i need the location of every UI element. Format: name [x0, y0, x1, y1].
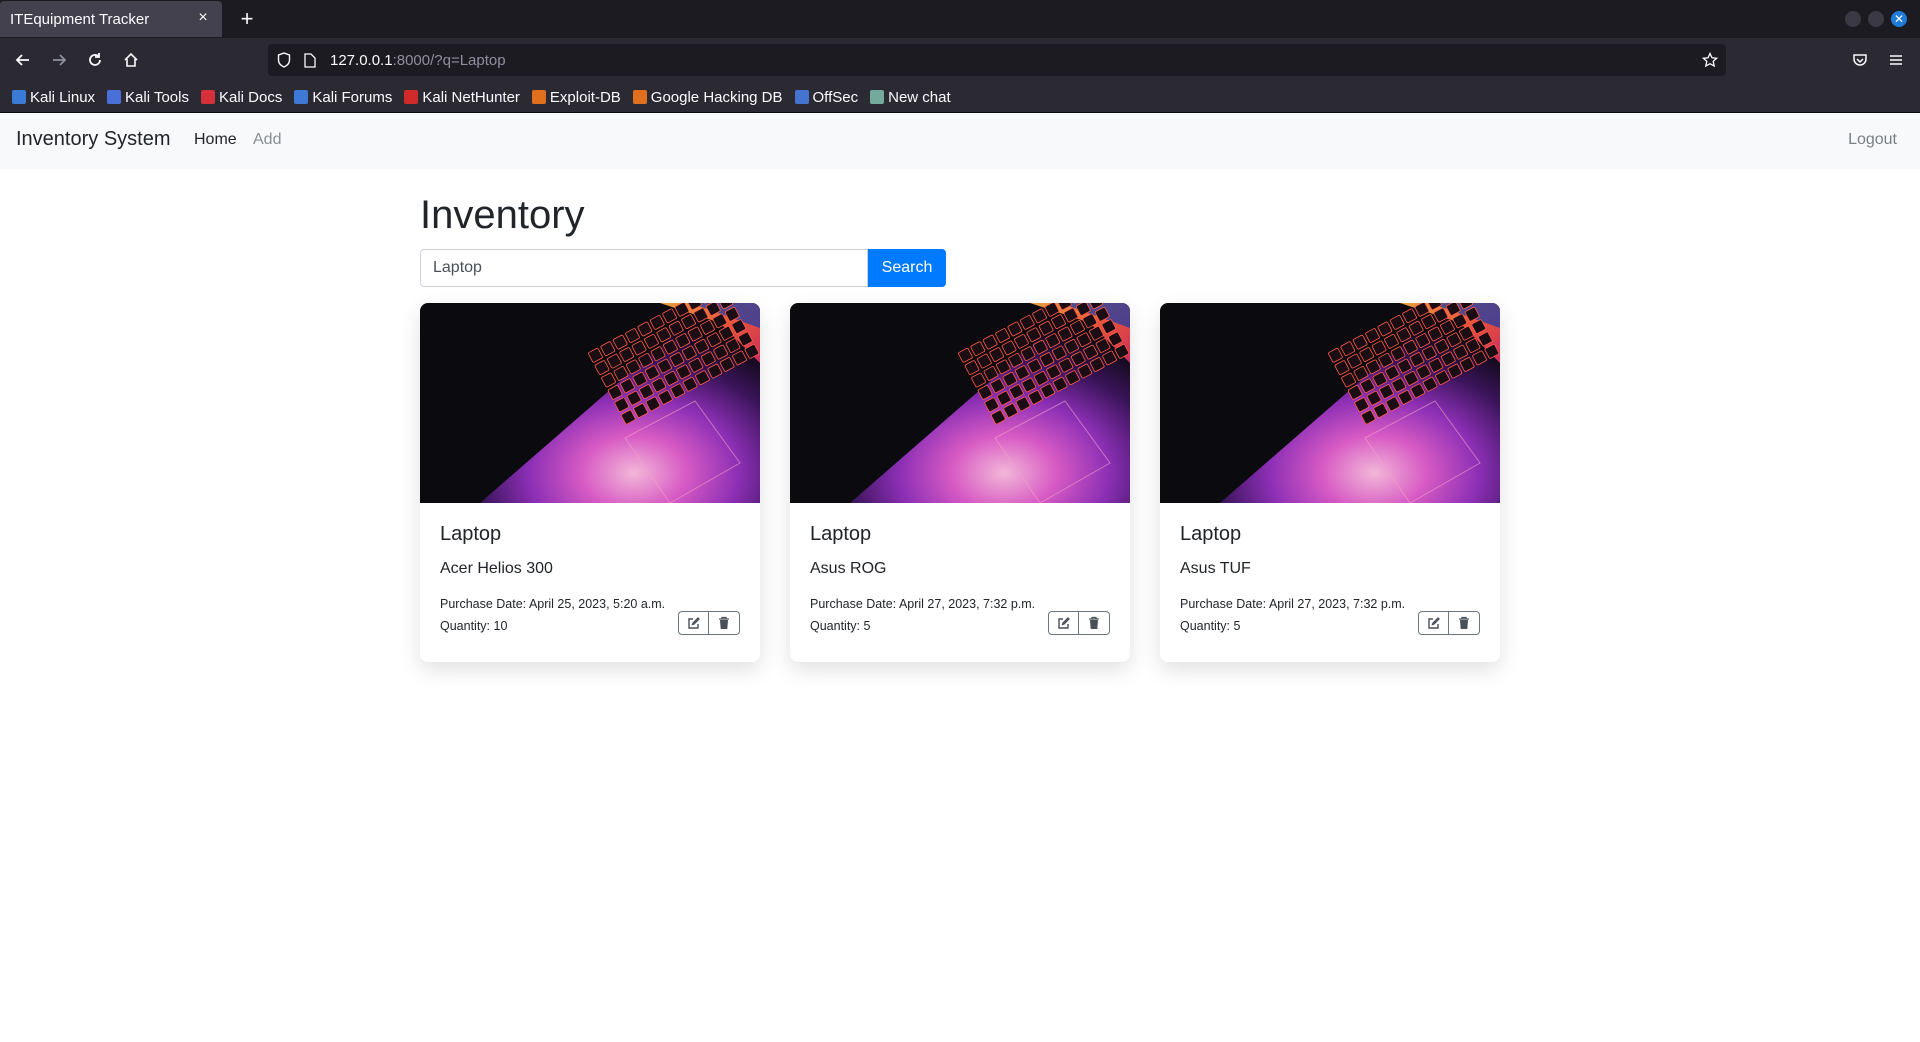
quantity: Quantity: 10 [440, 619, 508, 633]
bookmark-google-hacking-db[interactable]: Google Hacking DB [632, 88, 783, 106]
laptop-image [790, 303, 1130, 503]
brand-link[interactable]: Inventory System [16, 128, 171, 151]
new-tab-button[interactable]: + [232, 4, 262, 34]
bookmark-new-chat[interactable]: New chat [870, 89, 951, 106]
edit-button[interactable] [678, 611, 709, 635]
card-actions [1418, 611, 1480, 635]
delete-button[interactable] [1449, 611, 1480, 635]
inventory-card: Laptop Asus ROG Purchase Date: April 27,… [790, 303, 1130, 662]
laptop-image [1160, 303, 1500, 503]
inventory-card: Laptop Acer Helios 300 Purchase Date: Ap… [420, 303, 760, 662]
nav-add-link[interactable]: Add [253, 131, 281, 149]
bookmark-label: OffSec [812, 88, 859, 106]
browser-toolbar: 127.0.0.1:8000/?q=Laptop [0, 38, 1920, 82]
bookmark-kali-forums[interactable]: Kali Forums [294, 89, 392, 106]
laptop-image [420, 303, 760, 503]
purchase-date: Purchase Date: April 25, 2023, 5:20 a.m. [440, 597, 666, 611]
bookmark-star-icon[interactable] [1700, 50, 1720, 70]
edit-button[interactable] [1048, 611, 1079, 635]
quantity: Quantity: 5 [1180, 619, 1241, 633]
reload-icon[interactable] [80, 45, 110, 75]
shield-icon[interactable] [274, 50, 294, 70]
pocket-icon[interactable] [1845, 45, 1875, 75]
maximize-window-icon[interactable] [1868, 11, 1884, 27]
card-model: Asus ROG [810, 560, 887, 577]
bookmark-kali-tools[interactable]: Kali Tools [107, 89, 189, 106]
close-tab-icon[interactable]: × [192, 7, 214, 29]
url-bar[interactable]: 127.0.0.1:8000/?q=Laptop [268, 44, 1726, 76]
bookmark-offsec[interactable]: OffSec [794, 88, 859, 106]
kali-forums-icon [294, 90, 309, 104]
nav-home-link[interactable]: Home [194, 131, 237, 149]
card-actions [678, 611, 740, 635]
search-button[interactable]: Search [868, 249, 946, 287]
bookmark-label: Kali NetHunter [422, 88, 520, 106]
close-window-icon[interactable]: ✕ [1891, 11, 1907, 27]
url-host: 127.0.0.1 [330, 51, 393, 69]
bookmark-kali-linux[interactable]: Kali Linux [12, 89, 95, 106]
card-model: Acer Helios 300 [440, 560, 553, 577]
kali-linux-icon [12, 90, 26, 104]
bookmark-kali-docs[interactable]: Kali Docs [200, 88, 283, 106]
edit-icon [1427, 617, 1440, 629]
edit-button[interactable] [1418, 611, 1449, 635]
card-actions [1048, 611, 1110, 635]
bookmark-label: Exploit-DB [549, 88, 621, 106]
trash-icon [1459, 616, 1469, 629]
minimize-window-icon[interactable] [1845, 11, 1861, 27]
card-title: Laptop [810, 523, 872, 545]
app-navbar: Inventory System Home Add Logout [0, 113, 1920, 169]
forward-arrow-icon[interactable] [44, 45, 74, 75]
back-arrow-icon[interactable] [8, 45, 38, 75]
offsec-icon [794, 90, 809, 104]
page-icon [300, 50, 320, 70]
chatgpt-icon [870, 90, 885, 104]
exploit-db-icon [531, 90, 546, 104]
page-title: Inventory [420, 193, 585, 237]
kali-nethunter-icon [404, 90, 419, 104]
card-title: Laptop [1180, 523, 1242, 545]
quantity: Quantity: 5 [810, 619, 871, 633]
menu-icon[interactable] [1881, 45, 1911, 75]
bookmark-label: Kali Forums [312, 88, 393, 106]
browser-tab[interactable]: ITEquipment Tracker × [0, 1, 222, 37]
card-model: Asus TUF [1180, 560, 1251, 577]
url-path: :8000/?q=Laptop [392, 51, 506, 69]
bookmark-label: Kali Docs [218, 88, 283, 106]
purchase-date: Purchase Date: April 27, 2023, 7:32 p.m. [1180, 597, 1406, 611]
kali-tools-icon [107, 90, 122, 104]
bookmark-label: Kali Linux [30, 88, 96, 106]
trash-icon [719, 616, 729, 629]
search-input[interactable] [420, 249, 868, 287]
card-title: Laptop [440, 523, 502, 545]
trash-icon [1089, 616, 1099, 629]
browser-tab-bar: ITEquipment Tracker × + ✕ [0, 0, 1920, 38]
url-text: 127.0.0.1:8000/?q=Laptop [330, 52, 506, 69]
tab-title: ITEquipment Tracker [10, 10, 150, 28]
inventory-card: Laptop Asus TUF Purchase Date: April 27,… [1160, 303, 1500, 662]
delete-button[interactable] [1079, 611, 1110, 635]
google-hacking-db-icon [632, 90, 647, 104]
delete-button[interactable] [709, 611, 740, 635]
bookmark-label: Kali Tools [125, 88, 189, 106]
edit-icon [1057, 617, 1070, 629]
purchase-date: Purchase Date: April 27, 2023, 7:32 p.m. [810, 597, 1036, 611]
bookmark-exploit-db[interactable]: Exploit-DB [531, 88, 621, 106]
kali-docs-icon [200, 90, 215, 104]
bookmarks-bar: Kali Linux Kali Tools Kali Docs Kali For… [0, 82, 1920, 113]
bookmark-label: New chat [888, 88, 951, 106]
home-icon[interactable] [116, 45, 146, 75]
bookmark-kali-nethunter[interactable]: Kali NetHunter [404, 89, 520, 106]
logout-link[interactable]: Logout [1848, 131, 1897, 149]
edit-icon [687, 617, 700, 629]
bookmark-label: Google Hacking DB [650, 88, 783, 106]
web-page: Inventory System Home Add Logout Invento… [0, 113, 1920, 1042]
